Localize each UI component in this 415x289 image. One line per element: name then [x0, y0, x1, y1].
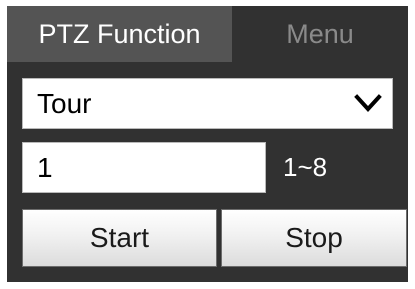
tab-menu[interactable]: Menu [232, 6, 408, 62]
function-select-value: Tour [37, 88, 92, 119]
stop-button[interactable]: Stop [221, 209, 407, 267]
tab-ptz-function[interactable]: PTZ Function [7, 6, 232, 62]
ptz-control-panel: PTZ Function Menu Tour 1~8 Start Stop [7, 6, 408, 282]
tab-bar: PTZ Function Menu [7, 6, 408, 62]
function-select[interactable]: Tour [22, 78, 393, 129]
start-button[interactable]: Start [22, 209, 217, 267]
chevron-down-icon [354, 94, 382, 112]
tour-number-input[interactable] [22, 142, 266, 193]
range-label: 1~8 [283, 152, 328, 182]
